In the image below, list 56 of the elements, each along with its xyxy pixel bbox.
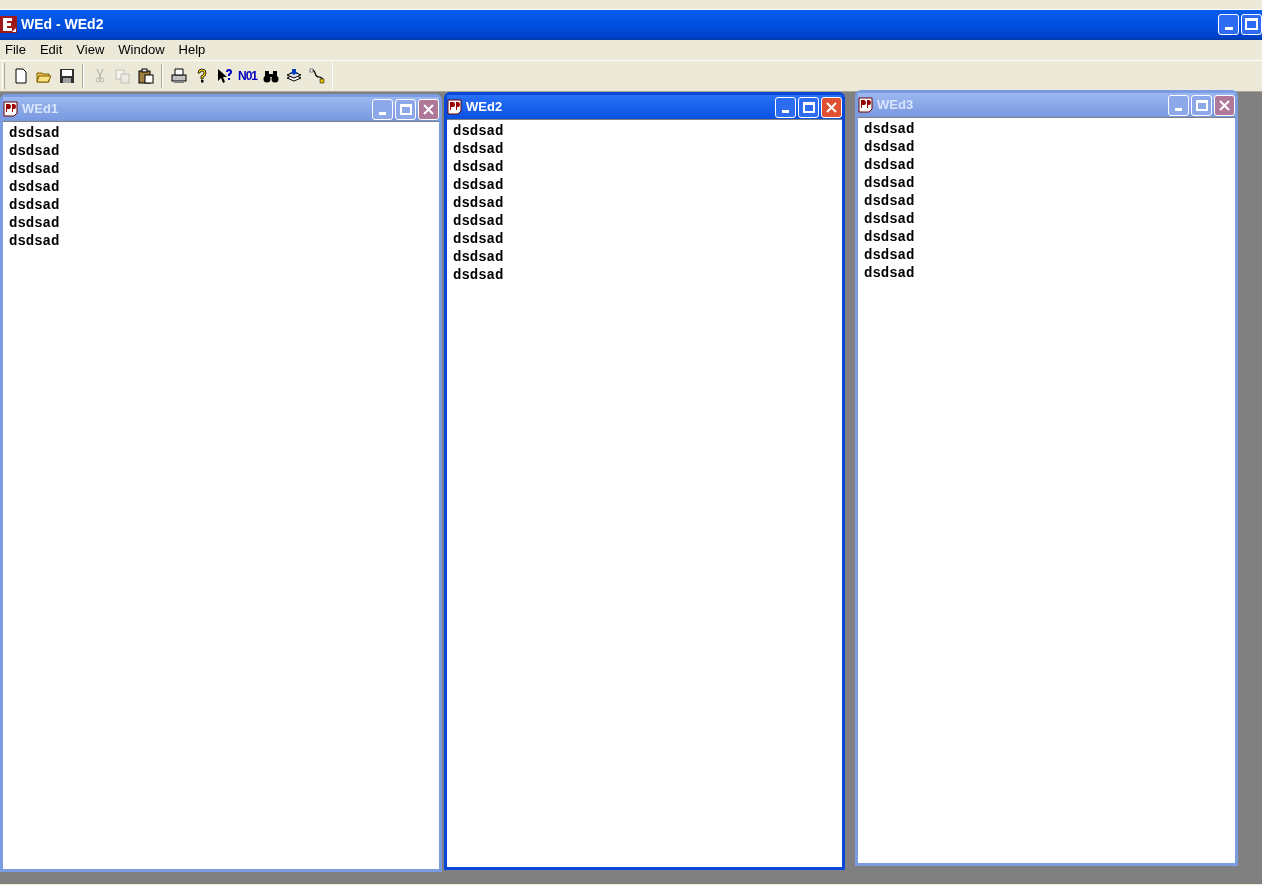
maximize-button[interactable] — [798, 96, 819, 118]
text-line: dsdsad — [453, 212, 504, 230]
text-line: dsdsad — [9, 196, 60, 214]
text-line: dsdsad — [453, 266, 504, 284]
text-line: dsdsad — [453, 158, 504, 176]
minimize-button[interactable] — [1168, 94, 1189, 116]
text-line: dsdsad — [9, 232, 60, 250]
text-line: dsdsad — [864, 264, 915, 282]
document-title: WEd3 — [877, 96, 914, 115]
text-line: dsdsad — [453, 122, 504, 140]
text-line: dsdsad — [864, 174, 915, 192]
document-title: WEd1 — [22, 100, 59, 119]
minimize-button[interactable] — [775, 96, 796, 118]
maximize-button[interactable] — [395, 98, 416, 120]
menu-item[interactable]: Window — [118, 40, 165, 60]
menu-item[interactable]: Edit — [39, 40, 63, 60]
minimize-button[interactable] — [1218, 13, 1239, 35]
document-icon — [3, 101, 19, 117]
text-area[interactable]: dsdsad dsdsad dsdsad dsdsad dsdsad dsdsad dsdsad dsdsad dsdsad — [447, 119, 842, 867]
text-line: dsdsad — [9, 160, 60, 178]
maximize-button[interactable] — [1241, 13, 1262, 35]
toolbar-button[interactable]: N01 — [236, 65, 259, 87]
text-line: dsdsad — [864, 192, 915, 210]
text-line: dsdsad — [864, 138, 915, 156]
close-button[interactable] — [1214, 94, 1235, 116]
text-line: dsdsad — [9, 178, 60, 196]
close-button[interactable] — [418, 98, 439, 120]
maximize-button[interactable] — [1191, 94, 1212, 116]
text-line: dsdsad — [9, 142, 60, 160]
window-title: WEd - WEd2 — [21, 14, 104, 34]
minimize-button[interactable] — [372, 98, 393, 120]
menu-item[interactable]: Help — [178, 40, 206, 60]
text-line: dsdsad — [453, 176, 504, 194]
text-line: dsdsad — [453, 230, 504, 248]
close-icon — [826, 101, 837, 113]
app-icon — [0, 15, 17, 33]
document-icon — [858, 97, 874, 113]
text-line: dsdsad — [453, 140, 504, 158]
text-area[interactable]: dsdsad dsdsad dsdsad dsdsad dsdsad dsdsad dsdsad — [3, 121, 439, 869]
document-icon — [447, 99, 463, 115]
text-line: dsdsad — [864, 120, 915, 138]
text-line: dsdsad — [864, 228, 915, 246]
menu-item[interactable]: View — [76, 40, 105, 60]
text-line: dsdsad — [864, 210, 915, 228]
text-line: dsdsad — [864, 246, 915, 264]
close-icon — [1219, 99, 1230, 111]
text-line: dsdsad — [9, 124, 60, 142]
close-button[interactable] — [821, 96, 842, 118]
text-area[interactable]: dsdsad dsdsad dsdsad dsdsad dsdsad dsdsad dsdsad dsdsad dsdsad — [858, 117, 1235, 863]
text-line: dsdsad — [864, 156, 915, 174]
text-line: dsdsad — [453, 248, 504, 266]
close-icon — [423, 103, 434, 115]
menu-item[interactable]: File — [5, 40, 26, 60]
text-line: dsdsad — [453, 194, 504, 212]
document-title: WEd2 — [466, 98, 503, 117]
text-line: dsdsad — [9, 214, 60, 232]
